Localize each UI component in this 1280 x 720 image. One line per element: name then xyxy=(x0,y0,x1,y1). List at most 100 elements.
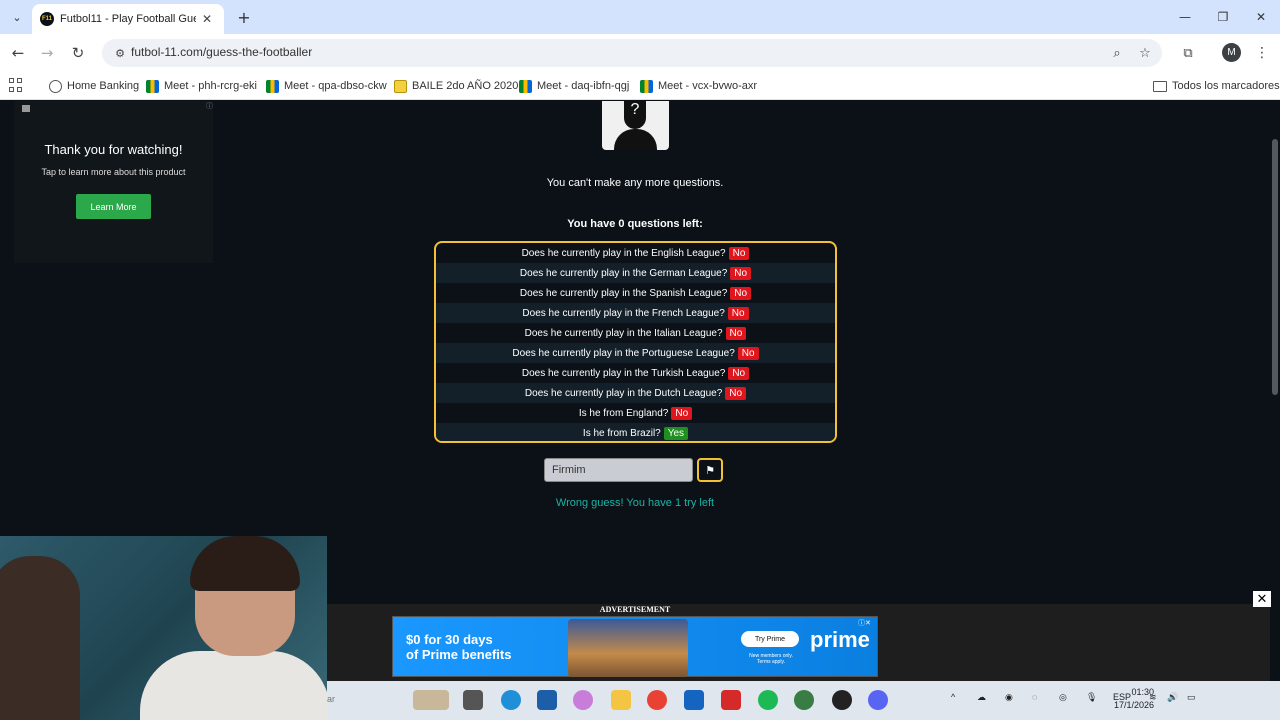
advertisement-label: ADVERTISEMENT xyxy=(599,605,671,614)
prime-headline-line-2: of Prime benefits xyxy=(406,647,512,662)
question-text: Does he currently play in the Portuguese… xyxy=(512,347,735,359)
wps-icon[interactable] xyxy=(721,690,741,710)
window-controls: — ❐ ✕ xyxy=(1166,0,1280,34)
spotify-icon[interactable] xyxy=(758,690,778,710)
bookmark-label: BAILE 2do AÑO 2020 xyxy=(412,80,519,92)
close-ad-icon[interactable]: ✕ xyxy=(1253,591,1271,607)
learn-more-button[interactable]: Learn More xyxy=(76,194,151,219)
all-bookmarks-folder[interactable]: Todos los marcadores xyxy=(1153,77,1280,95)
restore-icon[interactable]: ❐ xyxy=(1204,0,1242,34)
page-scrollbar[interactable] xyxy=(1270,101,1280,681)
store-icon[interactable] xyxy=(684,690,704,710)
bookmark-meet-2[interactable]: Meet - qpa-dbso-ckw xyxy=(266,77,387,95)
bookmark-label: Meet - daq-ibfn-qgj xyxy=(537,80,630,92)
apps-grid-icon[interactable] xyxy=(9,78,23,92)
bookmark-home-banking[interactable]: Home Banking xyxy=(49,77,139,95)
clock-date: 17/1/2026 xyxy=(1113,700,1154,710)
question-text: Does he currently play in the Spanish Le… xyxy=(519,287,728,299)
question-row: Does he currently play in the French Lea… xyxy=(436,303,835,323)
question-text: Is he from Brazil? xyxy=(582,427,661,439)
question-text: Does he currently play in the German Lea… xyxy=(519,267,728,279)
answer-badge: No xyxy=(728,246,750,260)
volume-icon[interactable]: 🔊 xyxy=(1167,692,1178,703)
answer-badge: No xyxy=(730,266,752,280)
question-text: Does he currently play in the English Le… xyxy=(521,247,726,259)
browser-toolbar: ← → ↻ ⚙ futbol-11.com/guess-the-football… xyxy=(0,34,1280,72)
edge-icon[interactable] xyxy=(501,690,521,710)
meet-icon xyxy=(266,79,279,93)
back-arrow-icon[interactable]: ← xyxy=(8,43,28,63)
ad-subtitle: Tap to learn more about this product xyxy=(41,167,186,177)
answer-badge: No xyxy=(725,386,747,400)
zoom-search-icon[interactable]: ⌕ xyxy=(1108,44,1126,62)
site-info-icon[interactable]: ⚙ xyxy=(112,45,128,61)
tray-app-3-icon[interactable]: ◎ xyxy=(1059,692,1067,703)
bookmark-label: Home Banking xyxy=(67,80,140,92)
ad-info-icon[interactable]: ⓘ xyxy=(206,101,214,110)
question-text: Does he currently play in the French Lea… xyxy=(522,307,725,319)
ad-title: Thank you for watching! xyxy=(44,142,183,157)
bottom-ad-banner: ADVERTISEMENT ✕ $0 for 30 days of Prime … xyxy=(327,591,1271,681)
adchoices-icon[interactable]: ⓘ✕ xyxy=(858,618,871,628)
prime-ad[interactable]: $0 for 30 days of Prime benefits Try Pri… xyxy=(392,616,878,677)
file-explorer-icon[interactable] xyxy=(611,690,631,710)
scroll-thumb[interactable] xyxy=(1272,139,1278,395)
question-row: Does he currently play in the German Lea… xyxy=(436,263,835,283)
mystery-player-image: ? xyxy=(602,101,669,150)
bookmarks-bar: Home Banking Meet - phh-rcrg-eki Meet - … xyxy=(0,72,1280,100)
try-prime-button[interactable]: Try Prime xyxy=(741,631,799,647)
outlook-icon[interactable] xyxy=(537,690,557,710)
question-row: Does he currently play in the Portuguese… xyxy=(436,343,835,363)
close-window-icon[interactable]: ✕ xyxy=(1242,0,1280,34)
chrome-profile-icon[interactable] xyxy=(794,690,814,710)
question-row: Does he currently play in the English Le… xyxy=(436,243,835,263)
tab-search-chevron-icon[interactable]: ⌄ xyxy=(8,8,26,26)
bookmark-label: Meet - qpa-dbso-ckw xyxy=(284,80,387,92)
question-row: Is he from Brazil? Yes xyxy=(436,423,835,441)
forward-arrow-icon[interactable]: → xyxy=(37,43,57,63)
question-row: Is he from England? No xyxy=(436,403,835,423)
bookmark-meet-1[interactable]: Meet - phh-rcrg-eki xyxy=(146,77,257,95)
tray-app-2-icon[interactable]: ◌ xyxy=(1032,692,1037,702)
profile-avatar[interactable]: M xyxy=(1222,43,1241,62)
chrome-icon[interactable] xyxy=(647,690,667,710)
url-text[interactable]: futbol-11.com/guess-the-footballer xyxy=(131,45,312,59)
taskbar-search-stub[interactable]: ar xyxy=(327,694,335,704)
prime-headline: $0 for 30 days of Prime benefits xyxy=(406,632,511,662)
discord-icon[interactable] xyxy=(868,690,888,710)
questions-left-heading: You have 0 questions left: xyxy=(567,218,703,230)
futbol11-favicon-icon: F11 xyxy=(40,12,54,26)
onedrive-icon[interactable]: ☁ xyxy=(977,692,986,703)
browser-tab-active[interactable]: F11 Futbol11 - Play Football Guess ✕ xyxy=(32,4,224,34)
question-text: Does he currently play in the Dutch Leag… xyxy=(524,387,723,399)
prime-fine-print-line-2: Terms apply. xyxy=(757,659,785,665)
bookmark-star-icon[interactable]: ☆ xyxy=(1136,44,1154,62)
question-row: Does he currently play in the Italian Le… xyxy=(436,323,835,343)
reload-icon[interactable]: ↻ xyxy=(68,43,88,63)
question-text: Does he currently play in the Italian Le… xyxy=(524,327,723,339)
question-row: Does he currently play in the Dutch Leag… xyxy=(436,383,835,403)
answer-badge: No xyxy=(728,366,750,380)
bookmark-meet-3[interactable]: Meet - daq-ibfn-qgj xyxy=(519,77,629,95)
answer-badge: No xyxy=(737,346,759,360)
tray-app-icon[interactable]: ◉ xyxy=(1005,692,1013,703)
minimize-icon[interactable]: — xyxy=(1166,0,1204,34)
task-view-icon[interactable] xyxy=(463,690,483,710)
bookmark-meet-4[interactable]: Meet - vcx-bvwo-axr xyxy=(640,77,757,95)
bookmark-baile[interactable]: BAILE 2do AÑO 2020 xyxy=(394,77,518,95)
taskbar-clock[interactable]: 01:30 17/1/2026 xyxy=(1094,686,1154,712)
copilot-icon[interactable] xyxy=(573,690,593,710)
tray-chevron-icon[interactable]: ^ xyxy=(951,692,955,702)
battery-icon[interactable]: ▭ xyxy=(1187,692,1196,703)
new-tab-plus-icon[interactable]: + xyxy=(234,7,254,27)
extensions-puzzle-icon[interactable]: ⧉ xyxy=(1178,43,1198,63)
close-tab-icon[interactable]: ✕ xyxy=(202,12,212,26)
give-up-flag-button[interactable]: ⚑ xyxy=(697,458,723,482)
address-bar[interactable]: ⚙ futbol-11.com/guess-the-footballer ⌕ ☆ xyxy=(102,39,1162,67)
no-more-questions-text: You can't make any more questions. xyxy=(546,177,724,189)
meet-icon xyxy=(146,79,159,93)
browser-menu-icon[interactable]: ⋮ xyxy=(1255,43,1269,63)
guess-input[interactable]: Firmim xyxy=(544,458,693,482)
obs-icon[interactable] xyxy=(832,690,852,710)
widgets-icon[interactable] xyxy=(413,690,449,710)
